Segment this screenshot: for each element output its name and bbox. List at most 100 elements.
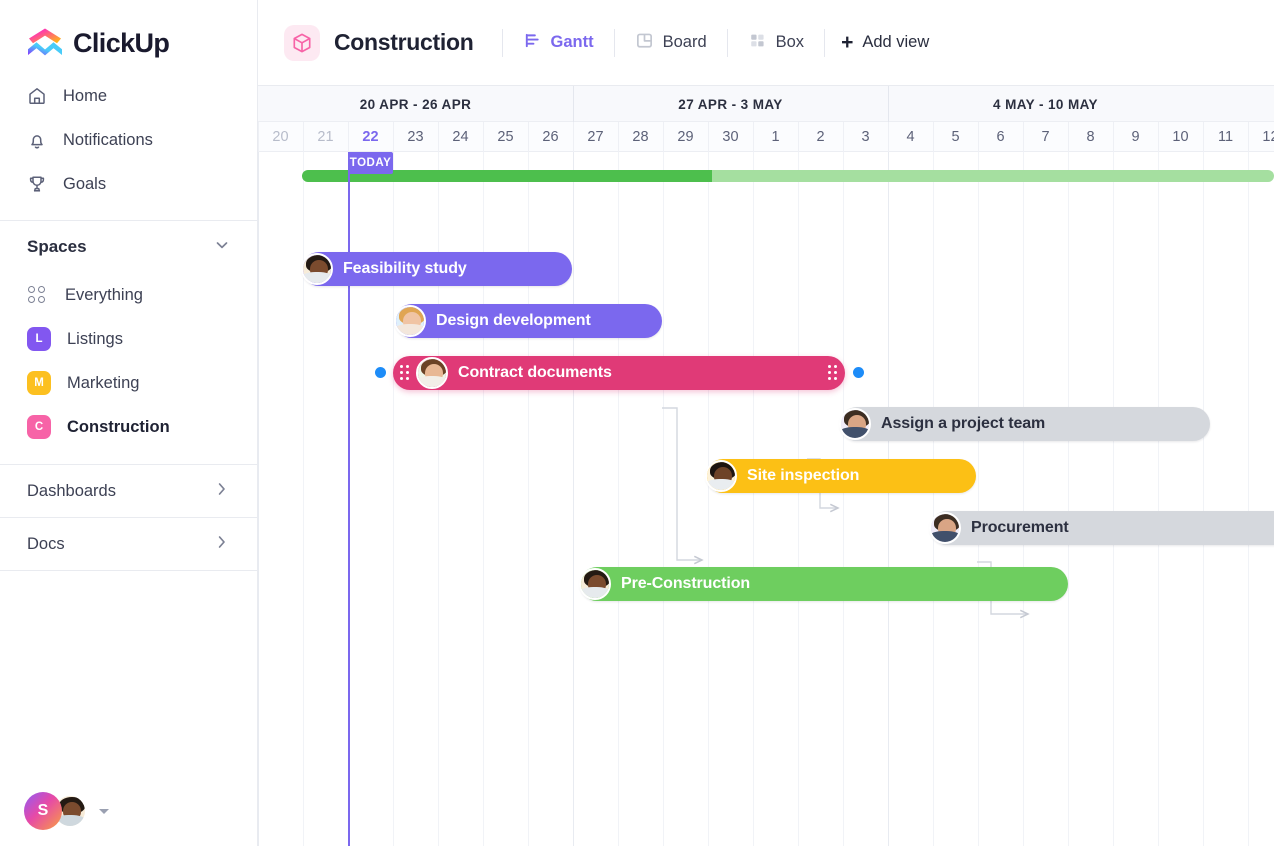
day-divider <box>1023 122 1024 152</box>
avatar[interactable] <box>416 357 448 389</box>
drag-handle-right[interactable] <box>826 365 840 381</box>
day-cell-12[interactable]: 12 <box>1248 122 1274 152</box>
user-dock[interactable]: S <box>0 776 258 846</box>
gantt-task-bar[interactable]: Pre-Construction <box>579 567 1068 601</box>
sidebar-item-label-listings: Listings <box>67 329 123 348</box>
gantt-icon <box>523 31 542 55</box>
gantt-task-bar[interactable]: Contract documents <box>393 356 845 390</box>
sidebar-item-label-docs: Docs <box>27 534 65 553</box>
avatar[interactable] <box>705 460 737 492</box>
day-divider <box>348 122 349 152</box>
day-cell-1[interactable]: 1 <box>753 122 798 152</box>
project-progress-bar[interactable] <box>302 170 1274 182</box>
avatar[interactable] <box>929 512 961 544</box>
day-cell-21[interactable]: 21 <box>303 122 348 152</box>
tab-label-board: Board <box>662 33 707 51</box>
gantt-timeline: 20 APR - 26 APR 27 APR - 3 MAY 4 MAY - 10 … <box>258 85 1274 846</box>
box-icon <box>748 31 767 55</box>
spaces-section-header[interactable]: Spaces <box>0 221 257 273</box>
sidebar-item-marketing[interactable]: M Marketing <box>0 361 257 405</box>
grid-column <box>708 152 709 846</box>
day-cell-9[interactable]: 9 <box>1113 122 1158 152</box>
page-title: Construction <box>334 29 474 55</box>
day-cell-25[interactable]: 25 <box>483 122 528 152</box>
sidebar-item-listings[interactable]: L Listings <box>0 317 257 361</box>
week-label: 4 MAY - 10 MAY <box>993 97 1098 112</box>
chevron-right-icon-dashboards[interactable] <box>213 480 231 503</box>
day-cell-29[interactable]: 29 <box>663 122 708 152</box>
chevron-down-icon[interactable] <box>213 236 231 259</box>
day-cell-11[interactable]: 11 <box>1203 122 1248 152</box>
task-name: Design development <box>436 312 591 329</box>
grid-column <box>933 152 934 846</box>
brand-name: ClickUp <box>73 27 170 58</box>
day-divider <box>303 122 304 152</box>
day-cell-28[interactable]: 28 <box>618 122 663 152</box>
primary-nav: Home Notifications Goals <box>0 62 257 206</box>
progress-remaining <box>712 170 1274 182</box>
sidebar-item-home[interactable]: Home <box>0 74 257 118</box>
grid-column <box>618 152 619 846</box>
day-cell-27[interactable]: 27 <box>573 122 618 152</box>
day-cell-7[interactable]: 7 <box>1023 122 1068 152</box>
space-badge-marketing: M <box>27 371 51 395</box>
avatar[interactable] <box>579 568 611 600</box>
day-cell-23[interactable]: 23 <box>393 122 438 152</box>
day-divider <box>843 122 844 152</box>
gantt-task-bar[interactable]: Design development <box>394 304 662 338</box>
chevron-right-icon-docs[interactable] <box>213 533 231 556</box>
day-cell-26[interactable]: 26 <box>528 122 573 152</box>
avatar[interactable] <box>839 408 871 440</box>
gantt-task-bar[interactable]: Assign a project team <box>839 407 1210 441</box>
avatar[interactable] <box>394 305 426 337</box>
day-cell-3[interactable]: 3 <box>843 122 888 152</box>
sidebar-item-docs[interactable]: Docs <box>0 518 257 570</box>
day-divider <box>483 122 484 152</box>
sidebar: ClickUp Home Notifications Goals Spaces … <box>0 0 258 846</box>
gantt-task-bar[interactable]: Feasibility study <box>301 252 572 286</box>
sidebar-item-notifications[interactable]: Notifications <box>0 118 257 162</box>
avatar[interactable] <box>301 253 333 285</box>
avatar-workspace[interactable]: S <box>24 792 62 830</box>
day-divider <box>888 122 889 152</box>
task-name: Pre-Construction <box>621 575 751 592</box>
day-cell-4[interactable]: 4 <box>888 122 933 152</box>
day-cell-2[interactable]: 2 <box>798 122 843 152</box>
sidebar-item-label-goals: Goals <box>63 174 107 193</box>
day-cell-20[interactable]: 20 <box>258 122 303 152</box>
day-cell-22[interactable]: 22 <box>348 122 393 152</box>
day-divider <box>618 122 619 152</box>
sidebar-item-goals[interactable]: Goals <box>0 162 257 206</box>
spaces-title: Spaces <box>27 237 87 256</box>
day-divider <box>663 122 664 152</box>
drag-handle-left[interactable] <box>398 365 412 381</box>
day-cell-8[interactable]: 8 <box>1068 122 1113 152</box>
day-cell-10[interactable]: 10 <box>1158 122 1203 152</box>
grid-column <box>1068 152 1069 846</box>
tab-box[interactable]: Box <box>728 26 824 60</box>
add-view-button[interactable]: + Add view <box>825 26 945 60</box>
day-cell-5[interactable]: 5 <box>933 122 978 152</box>
gantt-task-bar[interactable]: Procurement <box>929 511 1274 545</box>
sidebar-item-everything[interactable]: Everything <box>0 273 257 317</box>
dependency-dot-left[interactable] <box>375 367 386 378</box>
day-cell-30[interactable]: 30 <box>708 122 753 152</box>
dependency-dot-right[interactable] <box>853 367 864 378</box>
sidebar-item-construction[interactable]: C Construction <box>0 405 257 449</box>
tab-board[interactable]: Board <box>615 26 727 60</box>
add-view-label: Add view <box>862 33 930 51</box>
gantt-task-bar[interactable]: Site inspection <box>705 459 976 493</box>
grid-column <box>753 152 754 846</box>
tab-gantt[interactable]: Gantt <box>503 26 614 60</box>
day-cell-24[interactable]: 24 <box>438 122 483 152</box>
grid-column <box>978 152 979 846</box>
day-cell-6[interactable]: 6 <box>978 122 1023 152</box>
sidebar-item-dashboards[interactable]: Dashboards <box>0 465 257 517</box>
grid-column <box>1158 152 1159 846</box>
caret-down-icon[interactable] <box>99 808 109 814</box>
cube-icon <box>284 24 320 61</box>
week-divider <box>888 86 889 123</box>
main-content: Construction Gantt Board Box + Add view … <box>258 0 1274 846</box>
sidebar-item-label-everything: Everything <box>65 285 143 304</box>
brand-logo[interactable]: ClickUp <box>0 0 257 62</box>
